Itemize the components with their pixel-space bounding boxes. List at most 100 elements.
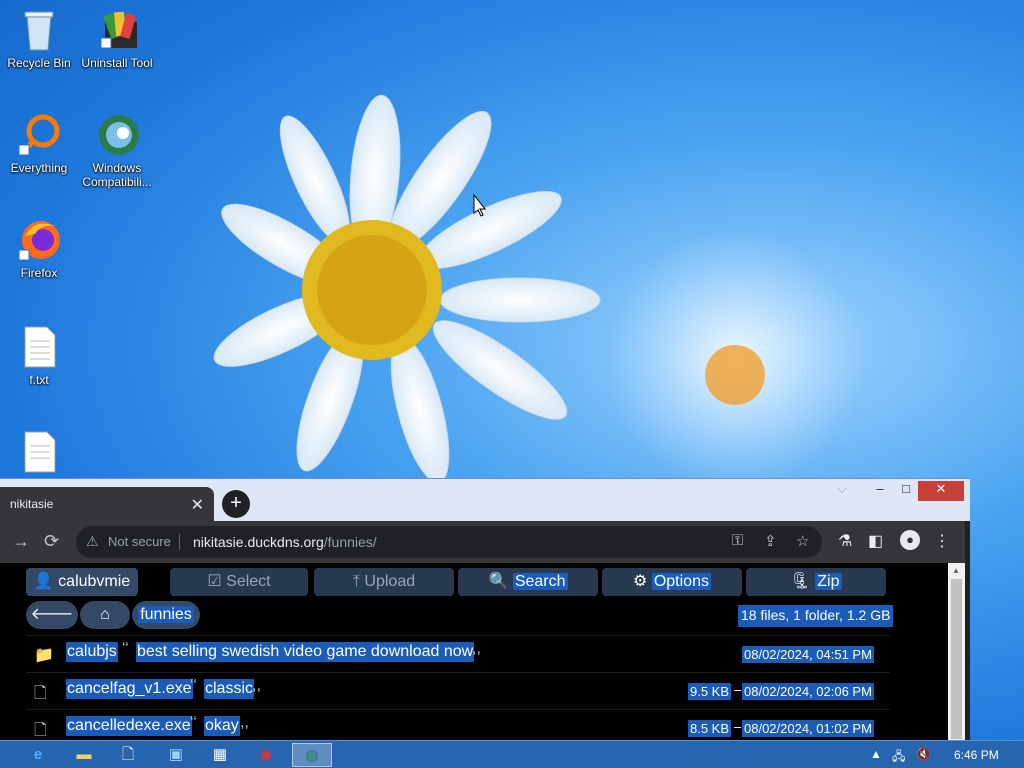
checkbox-icon: ☑ xyxy=(207,573,222,590)
file-icon: 🗋 xyxy=(34,685,47,702)
tab-title: nikitasie xyxy=(10,497,54,511)
desktop-icon-label: Windows Compatibili... xyxy=(82,161,152,189)
menu-kebab-icon[interactable]: ⋮ xyxy=(934,531,950,551)
upload-icon: ⤒ xyxy=(352,573,360,590)
desktop-icon-recycle-bin[interactable]: Recycle Bin xyxy=(1,8,77,70)
taskbar-chrome-icon[interactable]: ◍ xyxy=(292,743,332,767)
size-date-dash: – xyxy=(734,682,742,697)
file-row[interactable]: 🗋 cancelfag_v1.exe ‘‘ classic ,, 9.5 KB … xyxy=(26,672,890,706)
warning-triangle-icon[interactable]: ⚠ xyxy=(86,533,99,550)
desktop-icon-firefox[interactable]: Firefox xyxy=(1,218,77,280)
quote-close: ,, xyxy=(252,677,261,694)
windows-compatibility-icon xyxy=(97,113,139,157)
breadcrumb-home[interactable]: ⌂ xyxy=(80,601,130,629)
file-description: classic xyxy=(204,679,255,699)
back-arrow-icon: 🡐 xyxy=(30,606,74,623)
quote-close: ,, xyxy=(472,640,481,657)
file-size: 9.5 KB xyxy=(688,683,732,700)
clock-time[interactable]: 6:46 PM xyxy=(954,748,999,762)
scroll-up-arrow-icon[interactable]: ▲ xyxy=(952,566,960,575)
url-path: /funnies/ xyxy=(323,534,377,550)
desktop-icon-uninstall-tool[interactable]: Uninstall Tool xyxy=(79,8,155,70)
star-bookmark-icon[interactable]: ☆ xyxy=(796,532,809,550)
search-button-label: Search xyxy=(512,573,568,590)
new-tab-button[interactable]: + xyxy=(222,490,250,518)
taskbar-internet-explorer-icon[interactable]: e xyxy=(18,743,58,767)
text-file-icon xyxy=(19,325,59,369)
file-date: 08/02/2024, 01:02 PM xyxy=(742,720,874,737)
desktop-icon-label: f.txt xyxy=(29,373,49,387)
labs-flask-icon[interactable]: ⚗ xyxy=(838,531,852,551)
not-secure-label[interactable]: Not secure xyxy=(108,534,171,549)
user-button[interactable]: 👤 calubvmie xyxy=(26,568,138,596)
zip-icon: 🗜 xyxy=(790,573,811,590)
address-bar[interactable]: ⚠ Not secure nikitasie.duckdns.org/funni… xyxy=(76,526,822,558)
upload-button-label: Upload xyxy=(364,573,416,590)
breadcrumb-back[interactable]: 🡐 xyxy=(26,601,78,629)
taskbar-powershell-icon[interactable]: ▣ xyxy=(156,743,196,767)
desktop-icon-label: Firefox xyxy=(20,266,58,280)
desktop-icon-f-txt[interactable]: f.txt xyxy=(1,325,77,387)
search-icon: 🔍 xyxy=(488,573,509,590)
key-icon[interactable]: ⚿ xyxy=(732,532,743,549)
address-url[interactable]: nikitasie.duckdns.org/funnies/ xyxy=(193,534,377,550)
gear-icon: ⚙ xyxy=(633,573,648,590)
share-icon[interactable]: ⇪ xyxy=(764,532,777,550)
volume-muted-icon[interactable]: 🔇 xyxy=(916,747,931,761)
file-name[interactable]: calubjs xyxy=(66,642,118,662)
file-icon: 🗋 xyxy=(34,722,47,739)
file-name[interactable]: cancelfag_v1.exe xyxy=(66,679,193,699)
url-host: nikitasie.duckdns.org xyxy=(193,534,324,550)
maximize-button[interactable]: □ xyxy=(892,481,920,499)
reload-icon[interactable]: ⟳ xyxy=(44,531,59,552)
page-content: 👤 calubvmie ☑ Select ⤒ Upload 🔍 Search ⚙… xyxy=(0,563,948,741)
taskbar: e ▬ 🗋 ▣ ▦ ◉ ◍ ▲ 🖧 🔇 6:46 PM xyxy=(0,740,1024,768)
upload-button[interactable]: ⤒ Upload xyxy=(314,568,454,596)
profile-icon[interactable]: ● xyxy=(900,530,920,550)
browser-toolbar: → ⟳ ⚠ Not secure nikitasie.duckdns.org/f… xyxy=(0,521,965,563)
desktop-icon-label: Uninstall Tool xyxy=(81,56,153,70)
side-panel-icon[interactable]: ◧ xyxy=(868,531,883,551)
user-button-label: calubvmie xyxy=(58,573,131,590)
tab-close-icon[interactable]: ✕ xyxy=(191,495,204,515)
options-button[interactable]: ⚙ Options xyxy=(602,568,742,596)
zip-button[interactable]: 🗜 Zip xyxy=(746,568,886,596)
home-icon: ⌂ xyxy=(100,606,110,623)
quote-open: ‘‘ xyxy=(190,714,197,731)
browser-window: nikitasie ✕ + ⌵ – □ ✕ → ⟳ ⚠ Not secure n… xyxy=(0,478,970,741)
file-row[interactable]: 🗋 cancelledexe.exe ‘‘ okay ,, 8.5 KB – 0… xyxy=(26,709,890,741)
network-icon[interactable]: 🖧 xyxy=(892,747,905,768)
user-icon: 👤 xyxy=(33,573,54,590)
select-button[interactable]: ☑ Select xyxy=(170,568,308,596)
minimize-button[interactable]: – xyxy=(866,481,894,499)
search-button[interactable]: 🔍 Search xyxy=(458,568,598,596)
desktop-icon-windows-compatibility[interactable]: Windows Compatibili... xyxy=(79,113,155,189)
file-row[interactable]: 📁 calubjs ‘‘ best selling swedish video … xyxy=(26,635,890,669)
forward-arrow-icon[interactable]: → xyxy=(12,531,30,552)
close-window-button[interactable]: ✕ xyxy=(918,481,964,501)
file-description: best selling swedish video game download… xyxy=(136,642,475,662)
firefox-icon xyxy=(18,218,60,262)
size-date-dash: – xyxy=(734,719,742,734)
taskbar-uninstall-tool-icon[interactable]: ▦ xyxy=(200,743,240,767)
breadcrumb-current-label: funnies xyxy=(138,606,194,623)
tab-active[interactable]: nikitasie ✕ xyxy=(0,487,214,521)
page-scrollbar[interactable]: ▲ xyxy=(948,563,965,741)
desktop-icon-everything[interactable]: Everything xyxy=(1,113,77,175)
tray-chevron-icon[interactable]: ▲ xyxy=(870,747,882,761)
recycle-bin-icon xyxy=(19,8,59,52)
everything-search-icon xyxy=(18,113,60,157)
taskbar-notepad-icon[interactable]: 🗋 xyxy=(108,743,148,767)
taskbar-opera-icon[interactable]: ◉ xyxy=(246,743,286,767)
desktop-icon-text-file[interactable] xyxy=(1,430,77,478)
scrollbar-thumb[interactable] xyxy=(951,579,962,739)
quote-open: ‘‘ xyxy=(122,640,129,657)
tab-search-chevron-icon[interactable]: ⌵ xyxy=(828,481,856,499)
breadcrumb-current[interactable]: funnies xyxy=(132,601,200,629)
address-separator xyxy=(179,534,180,550)
quote-open: ‘‘ xyxy=(190,677,197,694)
file-name[interactable]: cancelledexe.exe xyxy=(66,716,192,736)
taskbar-file-explorer-icon[interactable]: ▬ xyxy=(64,743,104,767)
title-bar: nikitasie ✕ + ⌵ – □ ✕ xyxy=(0,479,970,521)
file-description: okay xyxy=(204,716,240,736)
